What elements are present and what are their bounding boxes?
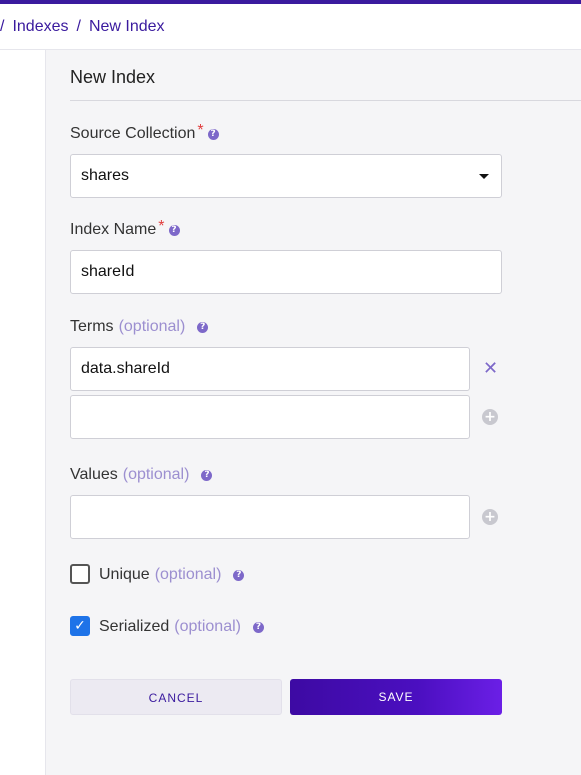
save-button[interactable]: SAVE (290, 679, 502, 715)
source-collection-select[interactable]: shares (70, 154, 502, 198)
required-marker: * (158, 218, 165, 235)
index-name-label: Index Name * ? (70, 218, 180, 239)
required-marker: * (197, 122, 204, 139)
breadcrumb-separator: / (0, 17, 5, 35)
values-label-text: Values (70, 466, 118, 483)
optional-hint: (optional) (122, 466, 190, 483)
breadcrumb-indexes-link[interactable]: Indexes (12, 18, 68, 36)
unique-checkbox[interactable] (70, 564, 90, 584)
divider (70, 100, 581, 101)
help-icon[interactable]: ? (168, 224, 180, 236)
help-icon[interactable]: ? (207, 128, 219, 140)
breadcrumb: / Indexes / New Index (0, 4, 581, 50)
left-sidebar (0, 50, 46, 775)
new-index-form: New Index Source Collection * ? shares I… (46, 50, 581, 775)
terms-label-text: Terms (70, 318, 114, 335)
index-name-input[interactable]: shareId (70, 250, 502, 294)
optional-hint: (optional) (154, 566, 222, 583)
source-collection-label-text: Source Collection (70, 125, 196, 142)
help-icon[interactable]: ? (252, 621, 264, 633)
term-value: data.shareId (81, 360, 170, 377)
help-icon[interactable]: ? (197, 321, 209, 333)
add-term-icon[interactable]: + (482, 409, 498, 425)
optional-hint: (optional) (118, 318, 186, 335)
cancel-button[interactable]: CANCEL (70, 679, 282, 715)
help-icon[interactable]: ? (201, 469, 213, 481)
add-value-icon[interactable]: + (482, 509, 498, 525)
index-name-value: shareId (81, 263, 135, 280)
help-icon[interactable]: ? (233, 569, 245, 581)
serialized-label: Serialized (optional) ? (99, 618, 264, 636)
index-name-label-text: Index Name (70, 221, 157, 238)
chevron-down-icon (479, 174, 489, 179)
value-input[interactable] (70, 495, 470, 539)
term-input-empty[interactable] (70, 395, 470, 439)
unique-label: Unique (optional) ? (99, 566, 245, 584)
remove-term-icon[interactable]: ✕ (483, 360, 498, 378)
unique-label-text: Unique (99, 566, 150, 583)
serialized-label-text: Serialized (99, 618, 170, 635)
page-title: New Index (70, 67, 156, 87)
optional-hint: (optional) (174, 618, 241, 635)
term-input[interactable]: data.shareId (70, 347, 470, 391)
values-label: Values (optional) ? (70, 466, 213, 484)
source-collection-value: shares (81, 167, 130, 184)
terms-label: Terms (optional) ? (70, 318, 209, 336)
breadcrumb-current: New Index (88, 17, 165, 35)
breadcrumb-separator: / (76, 17, 81, 35)
source-collection-label: Source Collection * ? (70, 122, 219, 143)
serialized-checkbox[interactable]: ✓ (70, 616, 90, 636)
